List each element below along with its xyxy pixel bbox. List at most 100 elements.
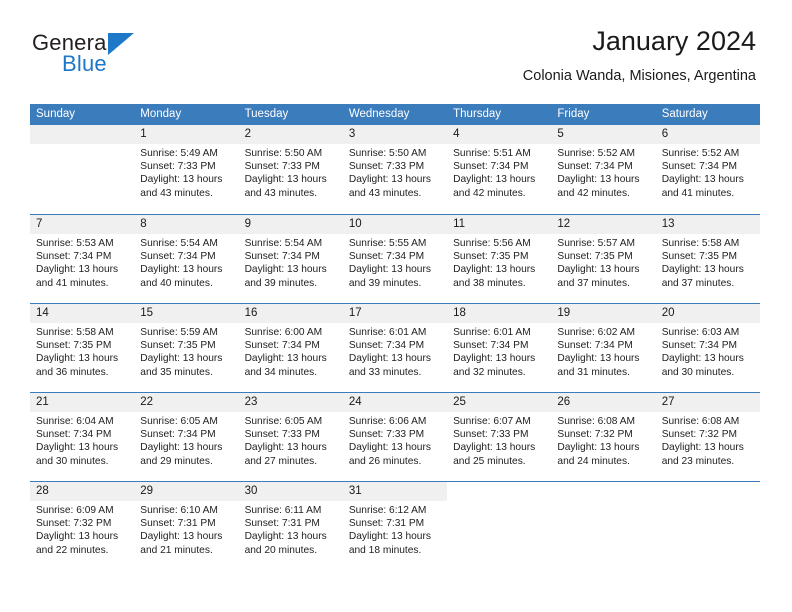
daylight-text-line1: Daylight: 13 hours [661,174,744,186]
daylight-text-line1: Daylight: 13 hours [661,264,744,276]
daylight-text-line2: and 20 minutes. [244,544,318,556]
daylight-text-line1: Daylight: 13 hours [348,531,431,543]
daylight-text-line2: and 18 minutes. [348,544,422,556]
day-cell-18[interactable]: 18 Sunrise: 6:01 AM Sunset: 7:34 PM Dayligh… [447,304,552,392]
day-number [655,482,760,501]
daylight-text-line1: Daylight: 13 hours [348,264,431,276]
daylight-text-line1: Daylight: 13 hours [36,442,119,454]
calendar-week-row: 21 Sunrise: 6:04 AM Sunset: 7:34 PM Dayligh… [30,392,760,481]
day-cell-9[interactable]: 9 Sunrise: 5:54 AM Sunset: 7:34 PM Daylight… [238,215,343,303]
day-cell-8[interactable]: 8 Sunrise: 5:54 AM Sunset: 7:34 PM Daylight… [134,215,239,303]
day-details: Sunrise: 5:51 AM Sunset: 7:34 PM Daylight:… [447,144,551,200]
sunset-text: Sunset: 7:34 PM [453,340,529,352]
daylight-text-line1: Daylight: 13 hours [557,174,640,186]
day-details: Sunrise: 5:58 AM Sunset: 7:35 PM Daylight:… [656,234,760,290]
sunrise-text: Sunrise: 5:58 AM [36,327,114,338]
daylight-text-line2: and 32 minutes. [453,366,526,378]
day-cell-21[interactable]: 21 Sunrise: 6:04 AM Sunset: 7:34 PM Dayligh… [30,393,135,481]
day-details: Sunrise: 6:12 AM Sunset: 7:31 PM Daylight:… [343,501,447,557]
day-number: 10 [342,215,448,234]
daylight-text-line1: Daylight: 13 hours [557,353,640,365]
daylight-text-line2: and 33 minutes. [348,366,422,378]
calendar-week-row: 28 Sunrise: 6:09 AM Sunset: 7:32 PM Dayligh… [30,481,760,570]
sunrise-text: Sunrise: 5:53 AM [36,238,114,249]
day-cell-19[interactable]: 19 Sunrise: 6:02 AM Sunset: 7:34 PM Dayligh… [551,304,656,392]
sunset-text: Sunset: 7:34 PM [661,340,738,352]
day-cell-1[interactable]: 1 Sunrise: 5:49 AM Sunset: 7:33 PM Daylight… [134,125,239,214]
calendar-page: General Blue January 2024 Colonia Wanda,… [0,0,792,612]
day-cell-30[interactable]: 30 Sunrise: 6:11 AM Sunset: 7:31 PM Dayligh… [238,482,343,570]
day-cell-2[interactable]: 2 Sunrise: 5:50 AM Sunset: 7:33 PM Daylight… [238,125,343,214]
day-details: Sunrise: 6:05 AM Sunset: 7:34 PM Daylight:… [134,412,238,468]
day-cell-24[interactable]: 24 Sunrise: 6:06 AM Sunset: 7:33 PM Dayligh… [342,393,448,481]
day-cell-10[interactable]: 10 Sunrise: 5:55 AM Sunset: 7:34 PM Dayligh… [342,215,448,303]
day-details: Sunrise: 5:58 AM Sunset: 7:35 PM Daylight:… [30,323,134,379]
day-details: Sunrise: 6:11 AM Sunset: 7:31 PM Daylight:… [239,501,343,557]
day-cell-23[interactable]: 23 Sunrise: 6:05 AM Sunset: 7:33 PM Dayligh… [238,393,343,481]
sunrise-text: Sunrise: 5:50 AM [348,148,427,159]
day-details: Sunrise: 5:50 AM Sunset: 7:33 PM Daylight:… [343,144,447,200]
day-cell-15[interactable]: 15 Sunrise: 5:59 AM Sunset: 7:35 PM Dayligh… [134,304,239,392]
day-cell-28[interactable]: 28 Sunrise: 6:09 AM Sunset: 7:32 PM Dayligh… [30,482,135,570]
calendar-week-row: 14 Sunrise: 5:58 AM Sunset: 7:35 PM Dayligh… [30,303,760,392]
day-details: Sunrise: 5:49 AM Sunset: 7:33 PM Daylight:… [134,144,238,200]
daylight-text-line2: and 24 minutes. [557,455,630,467]
sunrise-text: Sunrise: 5:57 AM [557,238,635,249]
page-subtitle: Colonia Wanda, Misiones, Argentina [522,68,756,84]
daylight-text-line1: Daylight: 13 hours [140,442,223,454]
day-cell-6[interactable]: 6 Sunrise: 5:52 AM Sunset: 7:34 PM Daylight… [655,125,760,214]
calendar-grid: Sunday Monday Tuesday Wednesday Thursday Frid… [30,104,760,570]
daylight-text-line1: Daylight: 13 hours [36,264,119,276]
daylight-text-line2: and 38 minutes. [453,277,526,289]
day-cell-29[interactable]: 29 Sunrise: 6:10 AM Sunset: 7:31 PM Dayligh… [134,482,239,570]
day-cell-3[interactable]: 3 Sunrise: 5:50 AM Sunset: 7:33 PM Daylight… [342,125,448,214]
sunset-text: Sunset: 7:34 PM [661,161,738,173]
day-cell-26[interactable]: 26 Sunrise: 6:08 AM Sunset: 7:32 PM Dayligh… [551,393,656,481]
page-title: January 2024 [592,26,756,56]
sunrise-text: Sunrise: 6:04 AM [36,416,114,427]
day-details: Sunrise: 6:06 AM Sunset: 7:33 PM Daylight:… [343,412,447,468]
sunrise-text: Sunrise: 5:54 AM [244,238,323,249]
daylight-text-line1: Daylight: 13 hours [36,353,119,365]
day-number [447,482,552,501]
day-details: Sunrise: 5:55 AM Sunset: 7:34 PM Daylight:… [343,234,447,290]
day-cell-12[interactable]: 12 Sunrise: 5:57 AM Sunset: 7:35 PM Dayligh… [551,215,656,303]
day-cell-7[interactable]: 7 Sunrise: 5:53 AM Sunset: 7:34 PM Daylight… [30,215,135,303]
day-number: 19 [551,304,656,323]
day-cell-20[interactable]: 20 Sunrise: 6:03 AM Sunset: 7:34 PM Dayligh… [655,304,760,392]
day-cell-11[interactable]: 11 Sunrise: 5:56 AM Sunset: 7:35 PM Dayligh… [447,215,552,303]
daylight-text-line1: Daylight: 13 hours [244,174,327,186]
day-cell-22[interactable]: 22 Sunrise: 6:05 AM Sunset: 7:34 PM Dayligh… [134,393,239,481]
sunrise-text: Sunrise: 6:05 AM [140,416,218,427]
day-number: 13 [655,215,760,234]
day-cell-14[interactable]: 14 Sunrise: 5:58 AM Sunset: 7:35 PM Dayligh… [30,304,135,392]
daylight-text-line1: Daylight: 13 hours [453,353,536,365]
day-number: 5 [551,125,656,144]
sunset-text: Sunset: 7:34 PM [453,161,529,173]
sunset-text: Sunset: 7:31 PM [348,518,425,530]
day-cell-5[interactable]: 5 Sunrise: 5:52 AM Sunset: 7:34 PM Daylight… [551,125,656,214]
sunset-text: Sunset: 7:34 PM [36,251,112,263]
day-number: 12 [551,215,656,234]
day-cell-13[interactable]: 13 Sunrise: 5:58 AM Sunset: 7:35 PM Dayligh… [655,215,760,303]
day-details: Sunrise: 6:05 AM Sunset: 7:33 PM Daylight:… [239,412,343,468]
day-number: 17 [342,304,448,323]
daylight-text-line2: and 35 minutes. [140,366,213,378]
day-cell-27[interactable]: 27 Sunrise: 6:08 AM Sunset: 7:32 PM Dayligh… [655,393,760,481]
general-blue-logo[interactable]: General Blue [32,30,212,78]
day-cell-25[interactable]: 25 Sunrise: 6:07 AM Sunset: 7:33 PM Dayligh… [447,393,552,481]
sunrise-text: Sunrise: 6:08 AM [661,416,740,427]
day-number: 18 [447,304,552,323]
day-cell-4[interactable]: 4 Sunrise: 5:51 AM Sunset: 7:34 PM Daylight… [447,125,552,214]
day-number: 23 [238,393,343,412]
day-cell-16[interactable]: 16 Sunrise: 6:00 AM Sunset: 7:34 PM Dayligh… [238,304,343,392]
daylight-text-line2: and 36 minutes. [36,366,109,378]
day-details: Sunrise: 5:54 AM Sunset: 7:34 PM Daylight:… [239,234,343,290]
daylight-text-line1: Daylight: 13 hours [244,353,327,365]
sunrise-text: Sunrise: 5:55 AM [348,238,427,249]
daylight-text-line2: and 23 minutes. [661,455,735,467]
day-cell-31[interactable]: 31 Sunrise: 6:12 AM Sunset: 7:31 PM Dayligh… [342,482,448,570]
day-cell-17[interactable]: 17 Sunrise: 6:01 AM Sunset: 7:34 PM Dayligh… [342,304,448,392]
day-cell-empty [551,482,656,570]
daylight-text-line2: and 34 minutes. [244,366,318,378]
